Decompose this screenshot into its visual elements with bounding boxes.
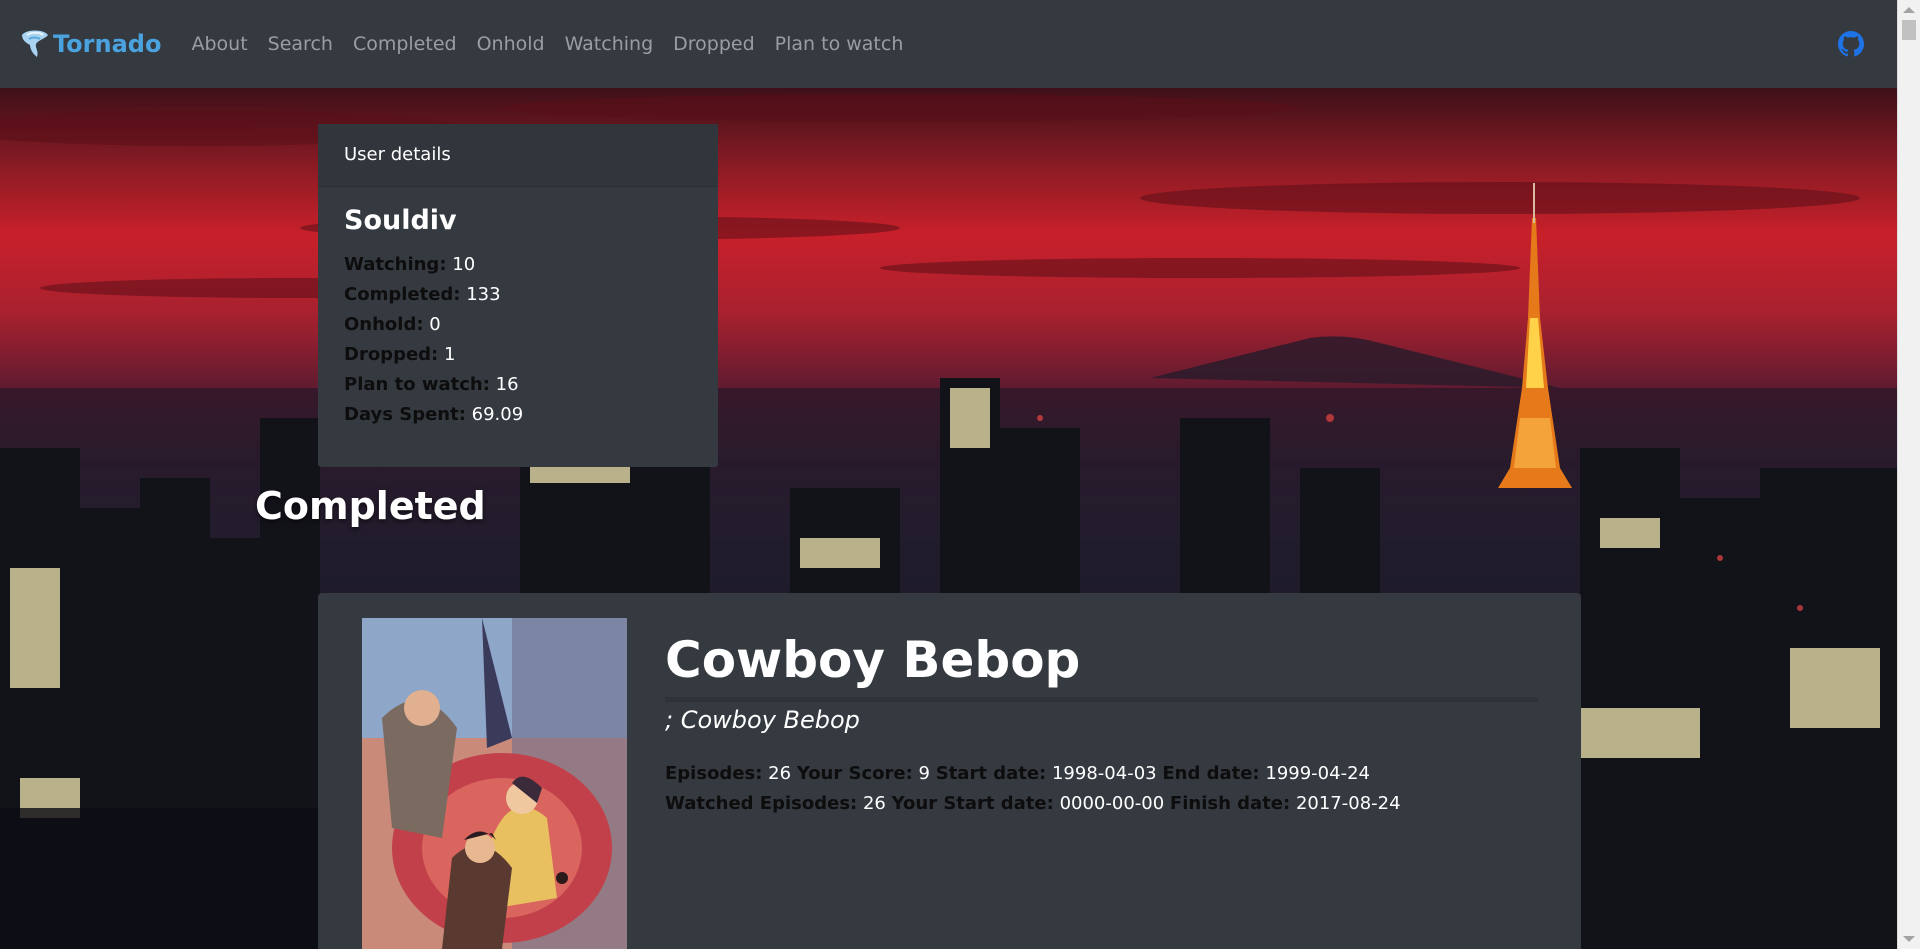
nav-watching[interactable]: Watching xyxy=(565,33,654,55)
anime-metadata: Episodes: 26 Your Score: 9 Start date: 1… xyxy=(665,759,1545,819)
meta-score: 9 xyxy=(918,763,930,784)
meta-watched-episodes: 26 xyxy=(862,793,886,814)
user-details-card: User details Souldiv Watching: 10 Comple… xyxy=(318,124,718,467)
brand-link[interactable]: Tornado xyxy=(18,27,161,61)
anime-poster[interactable] xyxy=(362,618,627,949)
meta-label: End date: xyxy=(1162,763,1260,784)
section-title: Completed xyxy=(255,484,486,528)
stat-dropped: Dropped: 1 xyxy=(344,340,692,370)
nav-dropped[interactable]: Dropped xyxy=(673,33,755,55)
stat-watching: Watching: 10 xyxy=(344,250,692,280)
stat-label: Watching: xyxy=(344,254,447,275)
user-details-header: User details xyxy=(318,124,718,187)
title-divider xyxy=(665,697,1538,702)
stat-onhold: Onhold: 0 xyxy=(344,310,692,340)
meta-end-date: 1999-04-24 xyxy=(1265,763,1370,784)
meta-label: Finish date: xyxy=(1169,793,1291,814)
username: Souldiv xyxy=(344,205,457,236)
nav-plan-to-watch[interactable]: Plan to watch xyxy=(775,33,904,55)
meta-episodes: 26 xyxy=(768,763,792,784)
anime-alt-title: ; Cowboy Bebop xyxy=(665,706,860,734)
nav-about[interactable]: About xyxy=(191,33,247,55)
stat-value: 10 xyxy=(452,254,476,275)
brand-name: Tornado xyxy=(53,30,162,58)
meta-finish-date: 2017-08-24 xyxy=(1295,793,1401,814)
stat-label: Plan to watch: xyxy=(344,374,490,395)
stat-label: Completed: xyxy=(344,284,461,305)
page-scrollbar[interactable] xyxy=(1897,0,1920,949)
stat-label: Days Spent: xyxy=(344,404,466,425)
github-icon[interactable] xyxy=(1838,31,1864,57)
stat-days-spent: Days Spent: 69.09 xyxy=(344,400,692,430)
navbar: Tornado About Search Completed Onhold Wa… xyxy=(0,0,1898,88)
tornado-logo-icon xyxy=(22,30,48,57)
meta-label: Your Start date: xyxy=(891,793,1054,814)
stat-label: Dropped: xyxy=(344,344,439,365)
stat-label: Onhold: xyxy=(344,314,424,335)
nav-completed[interactable]: Completed xyxy=(353,33,457,55)
stat-completed: Completed: 133 xyxy=(344,280,692,310)
meta-label: Start date: xyxy=(935,763,1047,784)
user-details-body: Souldiv Watching: 10 Completed: 133 Onho… xyxy=(318,187,718,448)
poster-art-image xyxy=(362,618,627,949)
nav-links: About Search Completed Onhold Watching D… xyxy=(181,33,913,55)
stat-value: 16 xyxy=(495,374,519,395)
stat-value: 133 xyxy=(466,284,501,305)
meta-label: Episodes: xyxy=(665,763,763,784)
stat-value: 0 xyxy=(429,314,441,335)
nav-search[interactable]: Search xyxy=(268,33,333,55)
meta-start-date: 1998-04-03 xyxy=(1051,763,1157,784)
anime-card: Cowboy Bebop ; Cowboy Bebop Episodes: 26… xyxy=(318,593,1581,949)
meta-your-start-date: 0000-00-00 xyxy=(1059,793,1165,814)
meta-label: Your Score: xyxy=(796,763,913,784)
nav-onhold[interactable]: Onhold xyxy=(477,33,545,55)
scroll-down-arrow-icon[interactable] xyxy=(1903,936,1915,942)
meta-label: Watched Episodes: xyxy=(665,793,858,814)
scrollbar-thumb[interactable] xyxy=(1902,20,1916,40)
stat-value: 69.09 xyxy=(471,404,524,425)
stat-value: 1 xyxy=(443,344,456,365)
meta-row-2: Watched Episodes: 26 Your Start date: 00… xyxy=(665,789,1545,819)
scroll-up-arrow-icon[interactable] xyxy=(1903,7,1915,13)
anime-title[interactable]: Cowboy Bebop xyxy=(665,631,1080,689)
stat-plan-to-watch: Plan to watch: 16 xyxy=(344,370,692,400)
meta-row-1: Episodes: 26 Your Score: 9 Start date: 1… xyxy=(665,759,1545,789)
